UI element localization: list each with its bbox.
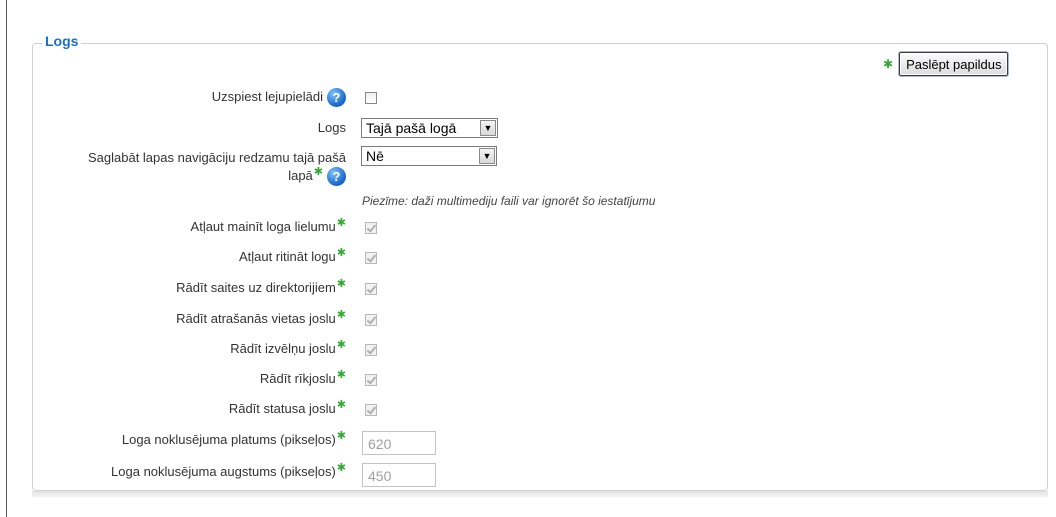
location-label-text: Rādīt atrašanās vietas joslu: [176, 311, 336, 326]
status-checkbox[interactable]: [365, 404, 377, 416]
window-select-value: Tajā pašā logā: [366, 120, 457, 136]
scrollbars-label-text: Atļaut ritināt logu: [238, 249, 336, 264]
toolbar-checkbox[interactable]: [365, 374, 377, 386]
width-input[interactable]: 620: [362, 431, 436, 455]
keep-nav-label: Saglabāt lapas navigāciju redzamu tajā p…: [87, 149, 346, 187]
force-download-label: Uzspiest lejupielādi?: [212, 88, 346, 107]
keep-nav-label-line2: lapā: [288, 168, 313, 183]
keep-nav-label-line1: Saglabāt lapas navigāciju redzamu tajā p…: [87, 150, 346, 165]
directories-label: Rādīt saites uz direktorijiem✱: [176, 278, 346, 296]
window-label: Logs: [317, 120, 346, 135]
keep-nav-select[interactable]: Nē ▼: [361, 146, 497, 166]
help-icon[interactable]: ?: [327, 167, 346, 187]
directories-checkbox[interactable]: [365, 283, 377, 295]
required-star-icon: ✱: [336, 217, 346, 229]
keep-nav-select-value: Nē: [366, 148, 384, 164]
window-select[interactable]: Tajā pašā logā ▼: [361, 118, 498, 138]
required-star-icon: ✱: [336, 462, 346, 474]
required-star-icon: ✱: [336, 309, 346, 321]
fieldset-bottom-bar: [32, 491, 1048, 497]
required-star-icon: ✱: [883, 57, 894, 71]
force-download-label-text: Uzspiest lejupielādi: [211, 88, 323, 104]
directories-label-text: Rādīt saites uz direktorijiem: [176, 280, 336, 295]
logs-fieldset: [32, 43, 1048, 491]
location-label: Rādīt atrašanās vietas joslu✱: [176, 309, 346, 327]
width-label: Loga noklusējuma platums (pikseļos)✱: [121, 430, 346, 448]
required-star-icon: ✱: [336, 339, 346, 351]
required-star-icon: ✱: [313, 166, 323, 178]
status-label: Rādīt statusa joslu✱: [228, 399, 346, 417]
page-left-border: [6, 0, 7, 517]
force-download-checkbox[interactable]: [365, 92, 377, 104]
toolbar-label: Rādīt rīkjoslu✱: [259, 369, 346, 387]
width-label-text: Loga noklusējuma platums (pikseļos): [121, 432, 336, 447]
multimedia-note: Piezīme: daži multimediju faili var igno…: [362, 194, 656, 208]
resizable-checkbox[interactable]: [365, 222, 377, 234]
help-icon[interactable]: ?: [327, 88, 346, 107]
height-input[interactable]: 450: [362, 463, 436, 487]
hide-advanced-group: ✱ Paslēpt papildus: [883, 52, 1009, 76]
resizable-label: Atļaut mainīt loga lielumu✱: [190, 217, 346, 235]
resizable-label-text: Atļaut mainīt loga lielumu: [190, 219, 336, 234]
keep-nav-label-line2-wrap: lapā✱?: [88, 166, 346, 187]
required-star-icon: ✱: [336, 247, 346, 259]
required-star-icon: ✱: [336, 369, 346, 381]
toolbar-label-text: Rādīt rīkjoslu: [259, 371, 336, 386]
height-label: Loga noklusējuma augstums (pikseļos)✱: [111, 462, 346, 480]
menubar-label: Rādīt izvēlņu joslu✱: [230, 339, 346, 357]
scrollbars-checkbox[interactable]: [365, 252, 377, 264]
menubar-label-text: Rādīt izvēlņu joslu: [230, 341, 336, 356]
chevron-down-icon: ▼: [479, 148, 495, 164]
height-label-text: Loga noklusējuma augstums (pikseļos): [111, 464, 336, 479]
location-checkbox[interactable]: [365, 314, 377, 326]
menubar-checkbox[interactable]: [365, 344, 377, 356]
section-legend: Logs: [42, 33, 82, 49]
chevron-down-icon: ▼: [480, 120, 496, 136]
required-star-icon: ✱: [336, 278, 346, 290]
required-star-icon: ✱: [336, 430, 346, 442]
required-star-icon: ✱: [336, 399, 346, 411]
status-label-text: Rādīt statusa joslu: [228, 401, 336, 416]
hide-advanced-button[interactable]: Paslēpt papildus: [899, 52, 1009, 76]
scrollbars-label: Atļaut ritināt logu✱: [238, 247, 346, 265]
